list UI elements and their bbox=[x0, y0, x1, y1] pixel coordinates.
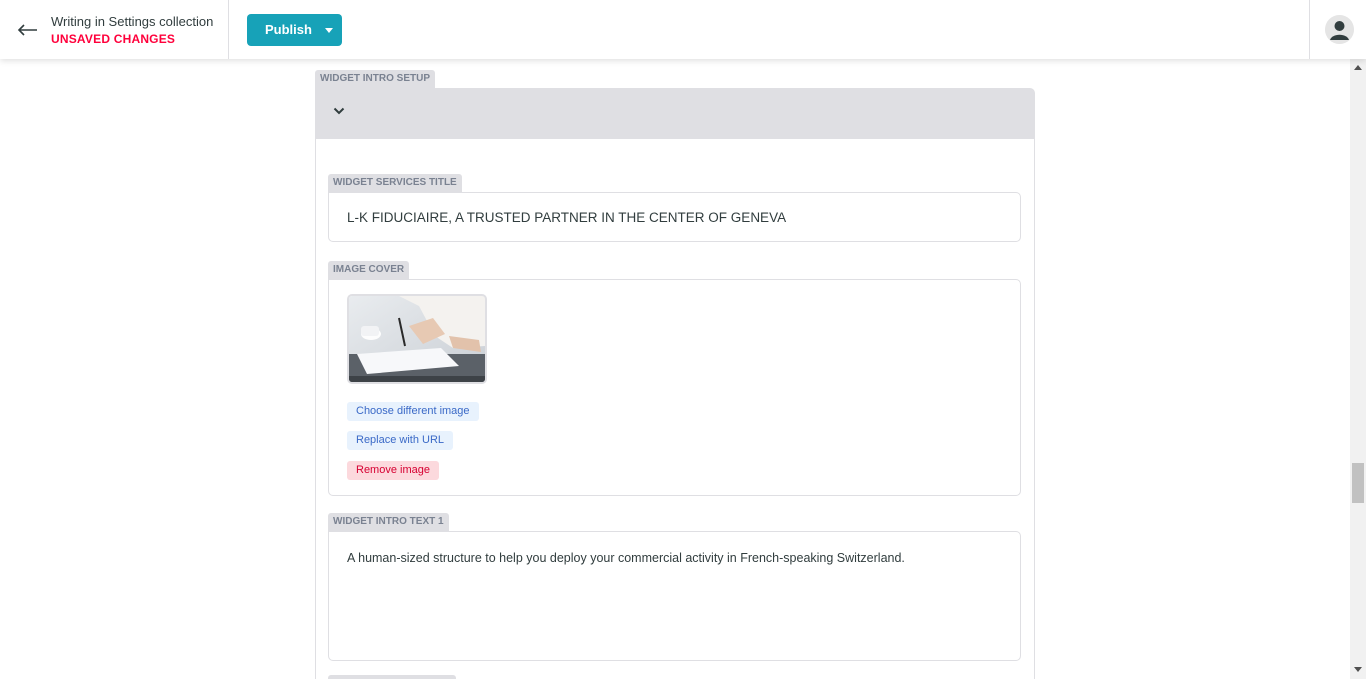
user-avatar-icon[interactable] bbox=[1325, 15, 1354, 44]
intro-text-label: WIDGET INTRO TEXT 1 bbox=[328, 513, 449, 531]
back-arrow-icon[interactable] bbox=[17, 20, 39, 40]
services-title-value[interactable]: L-K FIDUCIAIRE, A TRUSTED PARTNER IN THE… bbox=[347, 210, 786, 225]
image-cover-field: Choose different image Replace with URL … bbox=[328, 279, 1021, 496]
publish-label: Publish bbox=[265, 22, 312, 37]
top-bar: Writing in Settings collection UNSAVED C… bbox=[0, 0, 1366, 59]
user-menu[interactable] bbox=[1309, 0, 1366, 59]
unsaved-status: UNSAVED CHANGES bbox=[51, 32, 176, 46]
collection-title: Writing in Settings collection bbox=[51, 14, 214, 29]
image-cover-thumbnail bbox=[347, 294, 487, 384]
next-field-label bbox=[328, 675, 456, 679]
remove-image-button[interactable]: Remove image bbox=[347, 461, 439, 480]
choose-different-image-button[interactable]: Choose different image bbox=[347, 402, 479, 421]
replace-with-url-button[interactable]: Replace with URL bbox=[347, 431, 454, 450]
section-label: WIDGET INTRO SETUP bbox=[315, 70, 435, 88]
intro-text-value[interactable]: A human-sized structure to help you depl… bbox=[347, 551, 905, 565]
scroll-up-arrow-icon[interactable] bbox=[1354, 65, 1362, 70]
services-title-input[interactable]: L-K FIDUCIAIRE, A TRUSTED PARTNER IN THE… bbox=[328, 192, 1021, 242]
image-cover-label: IMAGE COVER bbox=[328, 261, 410, 279]
services-title-label: WIDGET SERVICES TITLE bbox=[328, 174, 462, 192]
back-to-collection[interactable]: Writing in Settings collection UNSAVED C… bbox=[0, 0, 229, 59]
page-scrollbar[interactable] bbox=[1350, 59, 1366, 679]
editor-content: WIDGET INTRO SETUP WIDGET SERVICES TITLE… bbox=[0, 59, 1350, 679]
publish-button[interactable]: Publish bbox=[247, 14, 342, 46]
intro-text-textarea[interactable]: A human-sized structure to help you depl… bbox=[328, 531, 1021, 661]
chevron-down-icon[interactable] bbox=[333, 107, 345, 115]
section-collapse-toggle[interactable] bbox=[315, 88, 1035, 139]
scrollbar-thumb[interactable] bbox=[1352, 463, 1364, 503]
scroll-down-arrow-icon[interactable] bbox=[1354, 667, 1362, 672]
publish-dropdown-caret-icon[interactable] bbox=[325, 28, 333, 33]
